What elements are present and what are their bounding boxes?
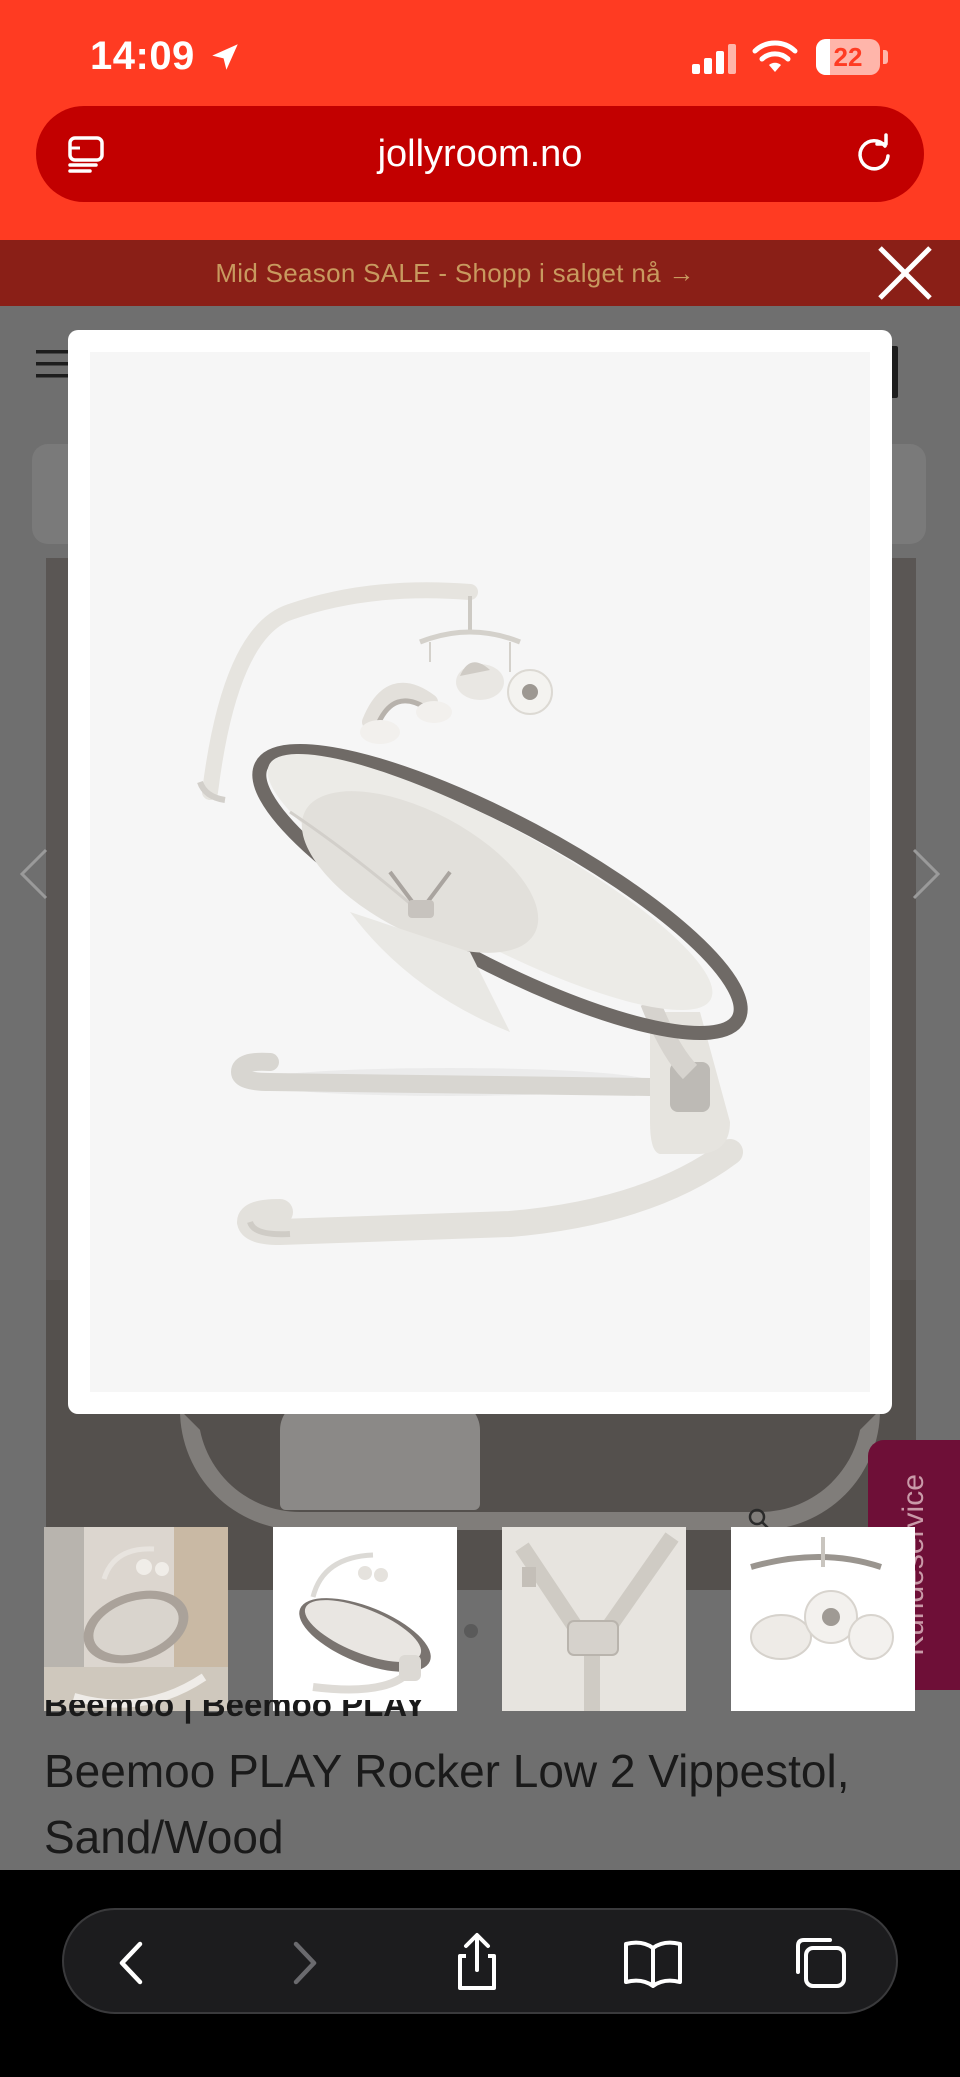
brand-line[interactable]: Beemoo | Beemoo PLAY <box>44 1700 864 1736</box>
chevron-right-icon[interactable] <box>910 846 944 902</box>
browser-top-bar: 14:09 22 jollyroom.no <box>0 0 960 240</box>
cellular-signal-icon <box>692 44 736 74</box>
battery-body: 22 <box>816 39 880 75</box>
promo-banner[interactable]: Mid Season SALE - Shopp i salget nå → <box>0 240 960 306</box>
thumbnail-product-side-icon <box>273 1527 457 1711</box>
battery-nub <box>883 50 888 64</box>
browser-toolbar <box>62 1908 898 2014</box>
image-lightbox <box>68 330 892 1414</box>
lightbox-image[interactable] <box>90 352 870 1392</box>
brand-text[interactable]: Beemoo | Beemoo PLAY <box>44 1700 426 1724</box>
promo-banner-text[interactable]: Mid Season SALE - Shopp i salget nå → <box>0 240 910 306</box>
url-text[interactable]: jollyroom.no <box>36 106 924 202</box>
product-image-rocker-base <box>280 1400 480 1510</box>
share-icon[interactable] <box>444 1930 510 1996</box>
thumbnail-toy-mobile-icon <box>731 1527 915 1711</box>
chevron-left-icon[interactable] <box>100 1930 166 1996</box>
thumbnail-1[interactable] <box>44 1527 228 1711</box>
chevron-left-icon[interactable] <box>16 846 50 902</box>
close-icon[interactable] <box>872 240 938 306</box>
thumbnail-3[interactable] <box>502 1527 686 1711</box>
thumbnail-harness-detail-icon <box>502 1527 686 1711</box>
menu-icon[interactable] <box>36 350 72 378</box>
battery-percent: 22 <box>833 42 863 72</box>
chevron-right-icon[interactable] <box>270 1930 336 1996</box>
thumbnail-4[interactable] <box>731 1527 915 1711</box>
browser-bottom-bar <box>0 1870 960 2077</box>
baby-rocker-icon <box>197 582 748 1246</box>
address-bar[interactable]: jollyroom.no <box>36 106 924 202</box>
tabs-icon[interactable] <box>788 1930 854 1996</box>
product-title: Beemoo PLAY Rocker Low 2 Vippestol, Sand… <box>44 1745 850 1863</box>
carousel-dot[interactable] <box>464 1624 478 1638</box>
status-time: 14:09 <box>90 34 195 78</box>
browser-screen: { "status_bar": { "time": "14:09", "batt… <box>0 0 960 2077</box>
thumbnail-strip <box>44 1527 916 1711</box>
book-icon[interactable] <box>620 1930 686 1996</box>
location-arrow-icon <box>212 44 238 70</box>
thumbnail-2[interactable] <box>273 1527 457 1711</box>
reload-icon[interactable] <box>852 132 896 176</box>
battery-indicator: 22 <box>816 39 888 75</box>
thumbnail-room-scene-icon <box>44 1527 228 1711</box>
wifi-icon <box>752 40 798 72</box>
